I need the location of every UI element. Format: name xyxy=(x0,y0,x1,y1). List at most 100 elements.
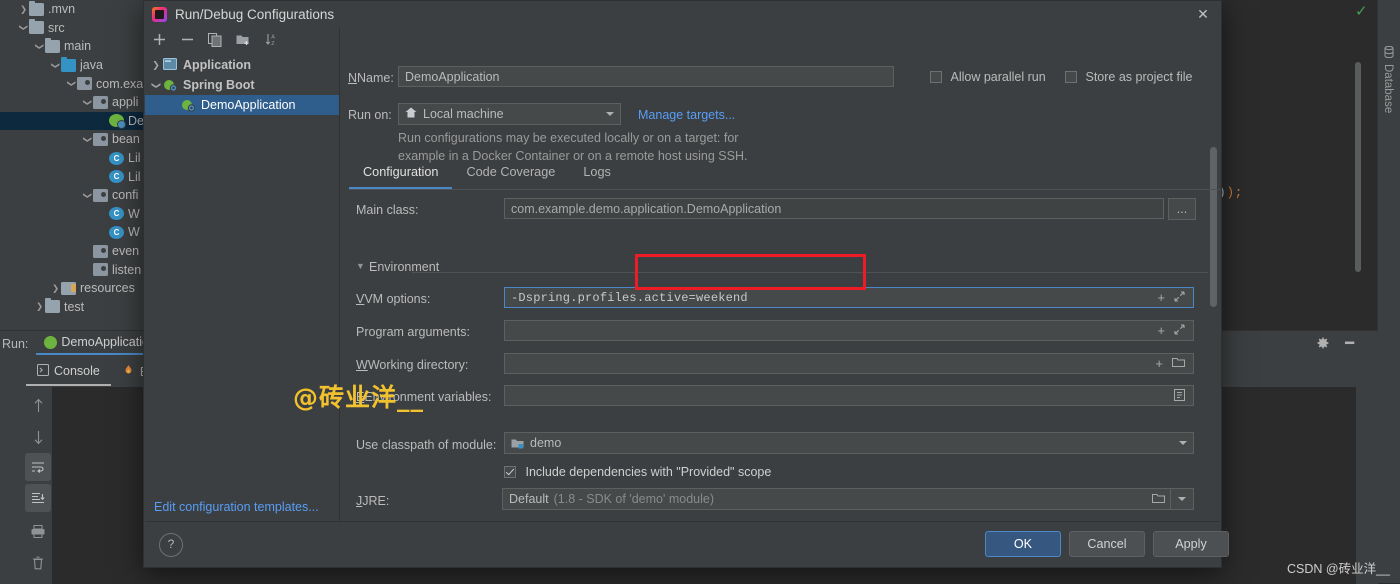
console-toolbar[interactable] xyxy=(25,389,51,579)
chevron-down-icon[interactable]: ❯ xyxy=(66,78,77,89)
vm-options-value: -Dspring.profiles.active=weekend xyxy=(511,290,748,305)
configuration-tabs[interactable]: Configuration Code Coverage Logs xyxy=(349,158,1220,190)
name-input[interactable]: DemoApplication xyxy=(398,66,894,87)
use-classpath-select[interactable]: demo xyxy=(504,432,1194,454)
project-tree-item[interactable]: ❯ appli xyxy=(0,93,148,112)
new-folder-button[interactable] xyxy=(235,32,251,48)
tab-console[interactable]: Console xyxy=(26,361,111,386)
chevron-down-icon[interactable] xyxy=(1179,441,1187,445)
chevron-right-icon[interactable]: ❯ xyxy=(18,4,29,15)
store-as-project-file-checkbox[interactable]: Store as project file xyxy=(1065,70,1192,84)
add-configuration-button[interactable] xyxy=(151,32,167,48)
tab-code-coverage[interactable]: Code Coverage xyxy=(452,158,569,189)
configurations-toolbar[interactable]: AZ xyxy=(145,27,339,52)
chevron-down-icon[interactable]: ❯ xyxy=(18,22,29,33)
tab-logs[interactable]: Logs xyxy=(569,158,625,189)
working-directory-input[interactable]: + xyxy=(504,353,1194,374)
project-tree-item[interactable]: ❯ main xyxy=(0,37,148,56)
editor-scrollbar-secondary[interactable] xyxy=(1355,62,1361,272)
environment-variables-input[interactable] xyxy=(504,385,1194,406)
allow-parallel-run-checkbox[interactable]: Allow parallel run xyxy=(930,70,1046,84)
project-tree-item[interactable]: C Lil xyxy=(0,167,148,186)
project-tree-item[interactable]: ❯ .mvn xyxy=(0,0,148,19)
working-directory-add-icon[interactable]: + xyxy=(1155,357,1163,370)
store-as-project-file-box[interactable] xyxy=(1065,71,1077,83)
project-tree-item[interactable]: ❯ java xyxy=(0,56,148,75)
project-tree-item[interactable]: De xyxy=(0,111,148,131)
chevron-right-icon[interactable]: ❯ xyxy=(149,60,163,71)
manage-targets-link[interactable]: Manage targets... xyxy=(638,108,735,122)
chevron-right-icon[interactable]: ❯ xyxy=(34,301,45,312)
project-tree-item[interactable]: C Lil xyxy=(0,149,148,168)
cancel-button[interactable]: Cancel xyxy=(1069,531,1145,557)
jre-browse-folder-icon[interactable] xyxy=(1152,493,1165,507)
configuration-tree[interactable]: ❯ Application ❯ Spring Boot DemoApplication xyxy=(145,55,339,115)
main-class-browse-button[interactable]: ... xyxy=(1168,198,1196,220)
program-arguments-expand-icon[interactable] xyxy=(1174,324,1185,337)
chevron-down-icon[interactable] xyxy=(606,112,614,116)
configuration-tree-item[interactable]: ❯ Application xyxy=(145,55,339,75)
copy-configuration-button[interactable] xyxy=(207,32,223,48)
main-class-input[interactable]: com.example.demo.application.DemoApplica… xyxy=(504,198,1164,219)
database-tool-tab[interactable]: Database xyxy=(1379,42,1399,134)
sort-az-icon[interactable]: AZ xyxy=(263,32,279,48)
run-on-select[interactable]: Local machine xyxy=(398,103,621,125)
vm-options-add-icon[interactable]: + xyxy=(1157,291,1165,304)
chevron-right-icon[interactable]: ❯ xyxy=(50,283,61,294)
up-arrow-icon[interactable] xyxy=(25,389,51,421)
project-tree-item[interactable]: ❯ src xyxy=(0,19,148,38)
chevron-down-icon[interactable]: ❯ xyxy=(34,41,45,52)
vm-options-input[interactable]: -Dspring.profiles.active=weekend + xyxy=(504,287,1194,308)
project-tree-item[interactable]: ❯ confi xyxy=(0,186,148,205)
down-arrow-icon[interactable] xyxy=(25,421,51,453)
working-directory-field-buttons[interactable]: + xyxy=(1155,354,1192,373)
program-arguments-input[interactable]: + xyxy=(504,320,1194,341)
project-tool-window[interactable]: ❯ .mvn ❯ src ❯ main ❯ java ❯ com.exa ❯ appli De ❯ bean… xyxy=(0,0,148,330)
trash-icon[interactable] xyxy=(25,547,51,579)
project-tree-item[interactable]: even xyxy=(0,242,148,261)
help-button[interactable]: ? xyxy=(159,533,183,557)
tab-configuration[interactable]: Configuration xyxy=(349,158,453,189)
project-tree-item[interactable]: ❯ test xyxy=(0,298,148,317)
project-tree-item[interactable]: listen xyxy=(0,260,148,279)
jre-dropdown-button[interactable] xyxy=(1170,489,1193,509)
project-tree-item[interactable]: ❯ resources xyxy=(0,279,148,298)
chevron-down-icon[interactable]: ❯ xyxy=(82,97,93,108)
scroll-to-end-icon[interactable] xyxy=(25,484,51,512)
environment-variables-field-buttons[interactable] xyxy=(1174,386,1192,405)
chevron-down-icon[interactable]: ❯ xyxy=(151,78,162,92)
configurations-panel[interactable]: AZ ❯ Application ❯ Spring Boot DemoApplicati… xyxy=(145,27,340,522)
right-tool-strip[interactable]: Database xyxy=(1377,0,1400,583)
program-arguments-add-icon[interactable]: + xyxy=(1157,324,1165,337)
configuration-tree-item[interactable]: ❯ Spring Boot xyxy=(145,75,339,95)
include-provided-scope-box[interactable] xyxy=(504,466,516,478)
allow-parallel-run-box[interactable] xyxy=(930,71,942,83)
project-tree-item[interactable]: CW xyxy=(0,205,148,224)
remove-configuration-button[interactable] xyxy=(179,32,195,48)
apply-button[interactable]: Apply xyxy=(1153,531,1229,557)
print-icon[interactable] xyxy=(25,515,51,547)
include-provided-scope-checkbox[interactable]: Include dependencies with "Provided" sco… xyxy=(504,465,771,479)
configuration-tree-item[interactable]: DemoApplication xyxy=(145,95,339,115)
gear-icon[interactable] xyxy=(1316,336,1330,353)
chevron-down-icon[interactable]: ❯ xyxy=(50,60,61,71)
folder-icon[interactable] xyxy=(1172,357,1185,370)
chevron-down-icon[interactable]: ❯ xyxy=(82,134,93,145)
project-tree-item[interactable]: ❯ bean xyxy=(0,130,148,149)
chevron-down-icon[interactable]: ▼ xyxy=(356,261,365,271)
ok-button[interactable]: OK xyxy=(985,531,1061,557)
program-arguments-field-buttons[interactable]: + xyxy=(1157,321,1192,340)
configuration-form[interactable]: NName: DemoApplication Allow parallel ru… xyxy=(340,27,1220,522)
close-icon[interactable]: ✕ xyxy=(1194,5,1212,23)
project-tree-item[interactable]: CW xyxy=(0,223,148,242)
vm-options-expand-icon[interactable] xyxy=(1174,291,1185,304)
run-debug-configurations-dialog[interactable]: Run/Debug Configurations ✕ AZ ❯ Applicati… xyxy=(143,0,1229,568)
soft-wrap-icon[interactable] xyxy=(25,453,51,481)
minimize-icon[interactable]: ━ xyxy=(1345,336,1354,351)
chevron-down-icon[interactable]: ❯ xyxy=(82,190,93,201)
environment-variables-browse-icon[interactable] xyxy=(1174,388,1185,403)
edit-configuration-templates-link[interactable]: Edit configuration templates... xyxy=(154,500,319,514)
project-tree-item[interactable]: ❯ com.exa xyxy=(0,74,148,93)
vm-options-field-buttons[interactable]: + xyxy=(1157,288,1192,307)
jre-select[interactable]: Default (1.8 - SDK of 'demo' module) xyxy=(502,488,1194,510)
